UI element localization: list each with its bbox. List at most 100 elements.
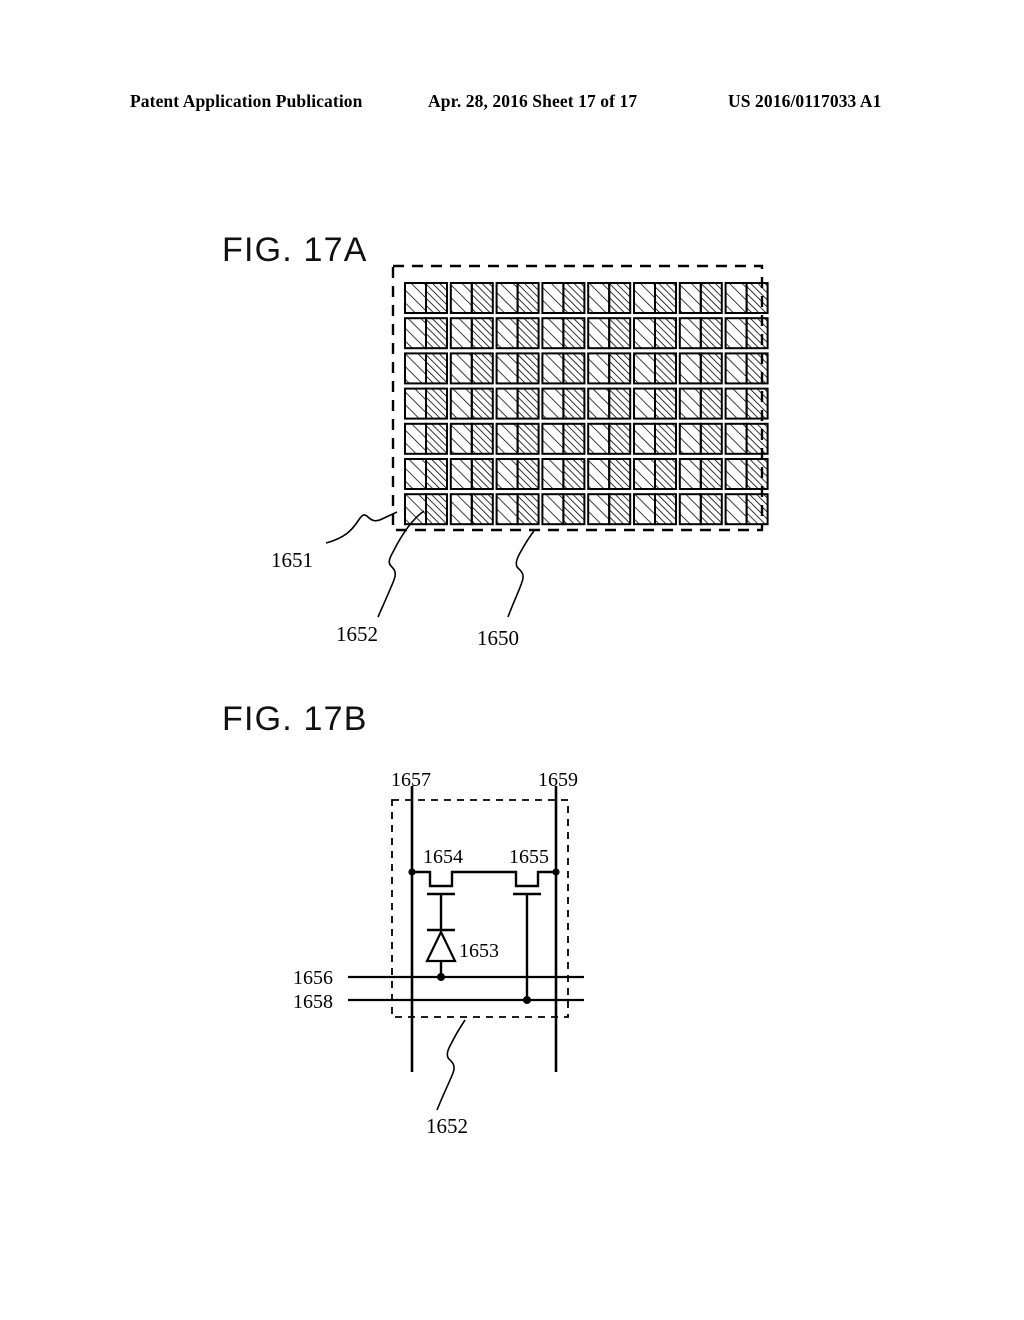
pixel-subregion-left bbox=[404, 493, 427, 526]
pixel-subregion-right bbox=[470, 458, 494, 490]
patent-drawing-canvas: 1651 1652 1650 1657 1659 1654 1655 1653 … bbox=[271, 264, 769, 1138]
ref-1652-b: 1652 bbox=[426, 1114, 468, 1138]
pixel-subregion-left bbox=[449, 317, 473, 350]
pixel-cell-1652 bbox=[678, 493, 723, 526]
pixel-subregion-left bbox=[449, 458, 473, 490]
pixel-subregion-left bbox=[587, 317, 611, 350]
pixel-cell-1652 bbox=[495, 282, 540, 314]
pixel-subregion-right bbox=[699, 282, 723, 314]
pixel-cell-1652 bbox=[541, 352, 586, 385]
pixel-subregion-left bbox=[678, 458, 702, 490]
pixel-subregion-left bbox=[724, 352, 748, 385]
pixel-cell-1652 bbox=[404, 352, 448, 385]
pixel-subregion-right bbox=[654, 352, 677, 385]
pixel-subregion-left bbox=[587, 352, 611, 385]
pixel-cell-1652 bbox=[678, 282, 723, 314]
pixel-subregion-right bbox=[654, 387, 677, 420]
pixel-subregion-left bbox=[404, 387, 427, 420]
pixel-subregion-left bbox=[633, 282, 656, 314]
pixel-subregion-left bbox=[633, 387, 656, 420]
pixel-subregion-left bbox=[633, 422, 656, 455]
pixel-subregion-right bbox=[516, 387, 540, 420]
pixel-subregion-left bbox=[587, 282, 611, 314]
pixel-subregion-right bbox=[699, 352, 723, 385]
pixel-cell-1652 bbox=[678, 422, 723, 455]
pixel-cell-1652 bbox=[633, 422, 677, 455]
pixel-subregion-right bbox=[562, 493, 586, 526]
ref-1651: 1651 bbox=[271, 548, 313, 572]
pixel-subregion-right bbox=[470, 493, 494, 526]
pixel-cell-1652 bbox=[724, 352, 769, 385]
pixel-subregion-right bbox=[425, 317, 448, 350]
pixel-subregion-right bbox=[562, 352, 586, 385]
diode-1653-triangle bbox=[425, 929, 457, 963]
pixel-cell-1652 bbox=[587, 282, 632, 314]
pixel-cell-1652 bbox=[724, 317, 769, 350]
pixel-cell-1652 bbox=[495, 422, 540, 455]
pixel-subregion-right bbox=[562, 282, 586, 314]
pixel-subregion-right bbox=[608, 422, 632, 455]
pixel-subregion-right bbox=[654, 317, 677, 350]
pixel-subregion-right bbox=[745, 387, 769, 420]
pixel-subregion-right bbox=[470, 387, 494, 420]
pixel-cell-1652 bbox=[587, 493, 632, 526]
pixel-subregion-left bbox=[678, 282, 702, 314]
pixel-cell-1652 bbox=[633, 387, 677, 420]
ref-1652: 1652 bbox=[336, 622, 378, 646]
pixel-subregion-left bbox=[495, 282, 519, 314]
pixel-cell-1652 bbox=[541, 282, 586, 314]
pixel-subregion-right bbox=[516, 493, 540, 526]
pixel-subregion-right bbox=[699, 317, 723, 350]
pixel-subregion-left bbox=[541, 387, 565, 420]
pixel-subregion-left bbox=[587, 422, 611, 455]
pixel-subregion-left bbox=[724, 387, 748, 420]
pixel-cell-1652 bbox=[404, 387, 448, 420]
pixel-subregion-right bbox=[516, 317, 540, 350]
pixel-subregion-right bbox=[562, 422, 586, 455]
pixel-subregion-right bbox=[425, 493, 448, 526]
pixel-cell-1652 bbox=[587, 458, 632, 490]
pixel-subregion-left bbox=[587, 493, 611, 526]
pixel-subregion-right bbox=[516, 458, 540, 490]
pixel-cell-1652 bbox=[724, 458, 769, 490]
pixel-subregion-left bbox=[449, 493, 473, 526]
pixel-subregion-left bbox=[633, 317, 656, 350]
pixel-cell-1652 bbox=[678, 317, 723, 350]
pixel-cell-1652 bbox=[587, 352, 632, 385]
pixel-cell-1652 bbox=[541, 317, 586, 350]
pixel-cell-1652 bbox=[495, 493, 540, 526]
pixel-subregion-left bbox=[449, 352, 473, 385]
pixel-cell-1652 bbox=[449, 387, 494, 420]
pixel-cell-1652 bbox=[633, 317, 677, 350]
leader-line-1652-b bbox=[436, 1019, 466, 1111]
pixel-cell-1652 bbox=[633, 458, 677, 490]
node-dot-1658-transistor bbox=[523, 996, 531, 1004]
pixel-subregion-right bbox=[745, 493, 769, 526]
pixel-subregion-right bbox=[470, 352, 494, 385]
pixel-subregion-right bbox=[608, 458, 632, 490]
pixel-cell-1652 bbox=[678, 458, 723, 490]
leader-line-1652 bbox=[377, 510, 425, 618]
pixel-cell-1652 bbox=[541, 493, 586, 526]
pixel-subregion-right bbox=[654, 458, 677, 490]
pixel-subregion-left bbox=[495, 352, 519, 385]
pixel-subregion-right bbox=[699, 422, 723, 455]
pixel-subregion-right bbox=[699, 458, 723, 490]
pixel-cell-1652 bbox=[633, 493, 677, 526]
ref-1658: 1658 bbox=[293, 991, 333, 1013]
pixel-subregion-right bbox=[654, 282, 677, 314]
pixel-subregion-right bbox=[745, 317, 769, 350]
node-dot-1656-diode bbox=[437, 973, 445, 981]
pixel-subregion-right bbox=[745, 352, 769, 385]
pixel-subregion-left bbox=[449, 282, 473, 314]
pixel-cell-1652 bbox=[587, 317, 632, 350]
ref-1659: 1659 bbox=[538, 769, 578, 791]
pixel-subregion-left bbox=[449, 422, 473, 455]
pixel-subregion-right bbox=[425, 422, 448, 455]
gate-rail-with-notches bbox=[412, 870, 556, 888]
ref-1657: 1657 bbox=[391, 769, 431, 791]
pixel-subregion-right bbox=[425, 387, 448, 420]
ref-1656: 1656 bbox=[293, 967, 333, 989]
pixel-subregion-right bbox=[699, 387, 723, 420]
pixel-subregion-right bbox=[425, 282, 448, 314]
